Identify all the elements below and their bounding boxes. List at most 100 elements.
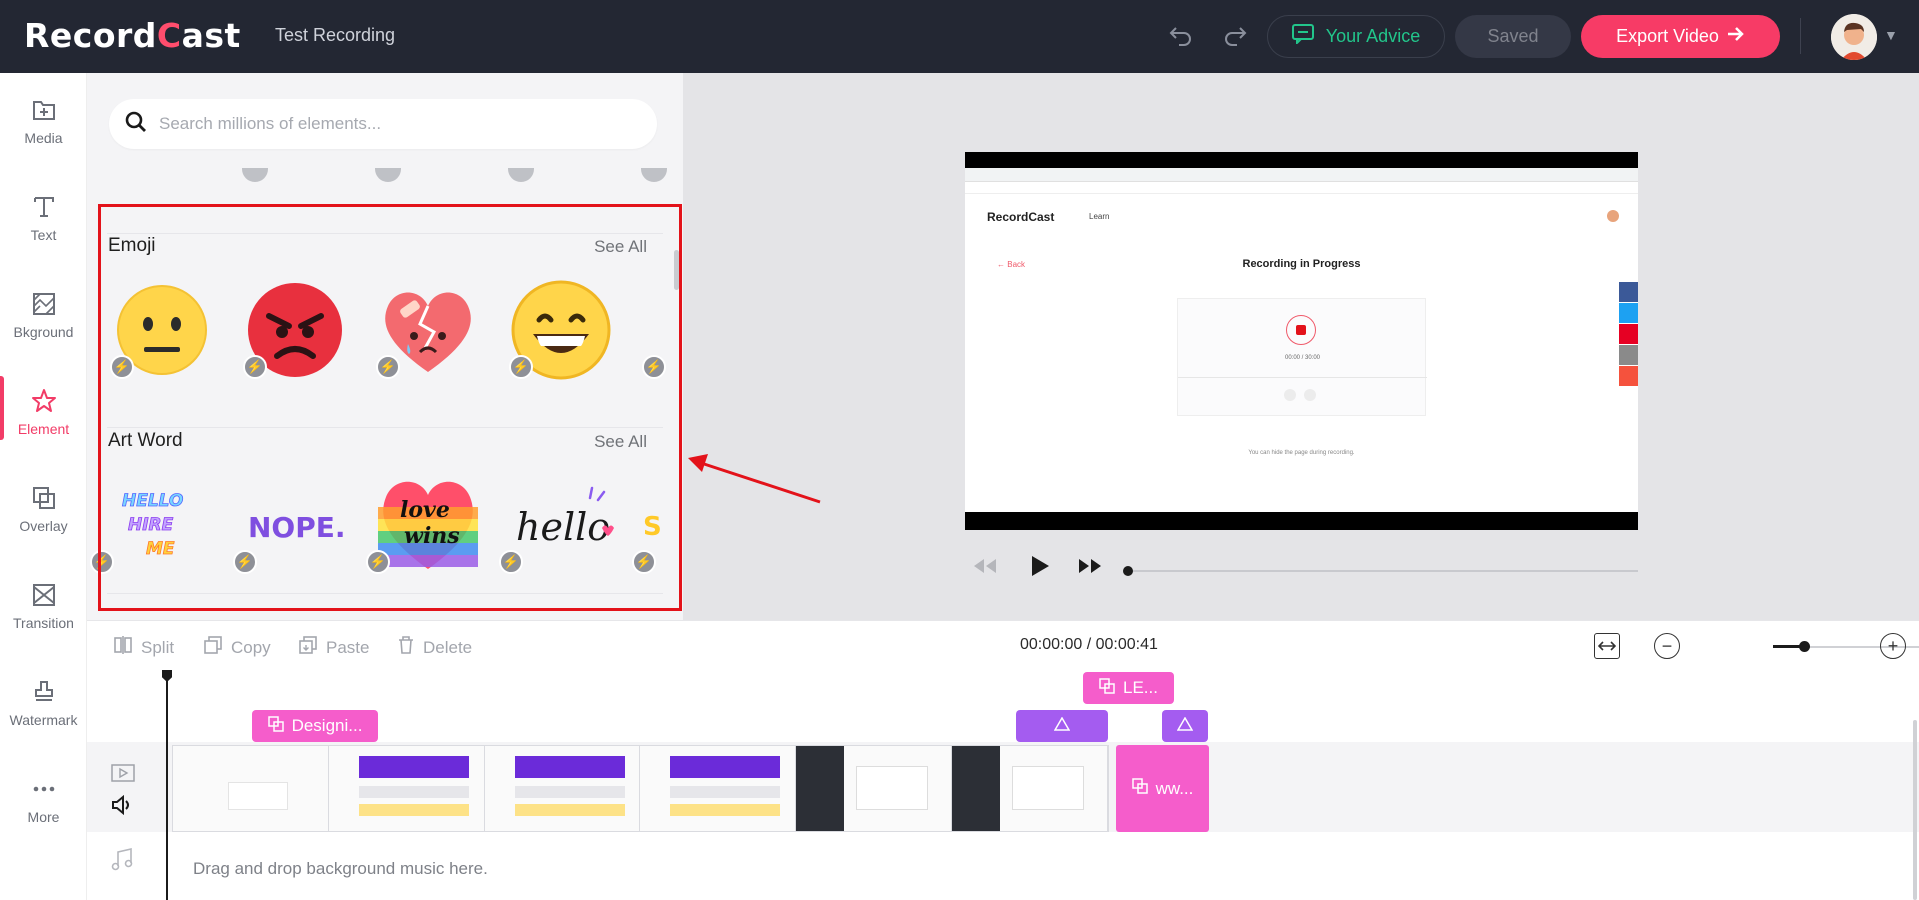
arrow-right-icon [1727,26,1745,47]
background-icon [30,290,58,318]
playback-progress-bar[interactable] [1128,570,1638,572]
red-arrow-annotation [688,454,821,504]
stamp-icon [30,678,58,706]
split-button[interactable]: Split [113,635,174,660]
music-drop-zone[interactable]: Drag and drop background music here. [193,859,488,879]
panel-scrollbar[interactable] [674,250,679,290]
your-advice-button[interactable]: Your Advice [1267,15,1445,58]
overlay-icon [267,715,284,737]
saved-status-button[interactable]: Saved [1455,15,1571,58]
header-divider [1800,18,1801,54]
svg-text:NOPE.: NOPE. [248,511,346,544]
svg-text:hello: hello [516,505,610,549]
overlay-icon [30,484,58,512]
art-word-hello-hire-me[interactable]: HELLO HIRE ME [107,468,217,578]
sidebar-item-overlay[interactable]: Overlay [0,461,87,557]
animated-badge-icon: ⚡ [376,355,400,379]
video-track-icon [111,763,135,789]
top-bar: RecordCast Test Recording Your Advice Sa… [0,0,1919,73]
project-title[interactable]: Test Recording [275,25,395,46]
zoom-slider-handle[interactable] [1799,641,1810,652]
sidebar-item-more[interactable]: More [0,752,87,848]
animated-badge-icon: ⚡ [632,550,656,574]
overlay-clip-ww[interactable]: ww... [1116,745,1209,832]
transition-icon [30,581,58,609]
export-video-button[interactable]: Export Video [1581,15,1780,58]
undo-icon[interactable] [1166,22,1196,52]
video-screen: RecordCast Learn ← Back Recording in Pro… [965,168,1638,512]
star-icon [30,387,58,415]
delete-button[interactable]: Delete [397,635,472,660]
zoom-in-icon[interactable]: + [1880,633,1906,659]
zoom-out-icon[interactable]: − [1654,633,1680,659]
element-clip[interactable] [1162,710,1208,742]
svg-text:wins: wins [404,523,460,549]
video-thumbnail [640,746,797,831]
svg-text:love: love [400,497,450,523]
volume-icon[interactable] [111,794,135,821]
animated-badge-icon: ⚡ [366,550,390,574]
animated-badge-icon: ⚡ [243,355,267,379]
browser-bar [965,168,1638,182]
animated-badge-icon: ⚡ [499,550,523,574]
triangle-icon [1053,716,1071,736]
overlay-clip-design[interactable]: Designi... [252,710,378,742]
search-input[interactable] [159,114,619,134]
sidebar-item-watermark[interactable]: Watermark [0,655,87,751]
see-all-emoji-link[interactable]: See All [594,237,647,257]
split-icon [113,635,133,660]
sidebar-item-background[interactable]: Bkground [0,267,87,363]
copy-button[interactable]: Copy [203,635,271,660]
animated-badge-icon: ⚡ [509,355,533,379]
video-thumbnail [484,746,641,831]
animated-badge-icon: ⚡ [233,550,257,574]
element-clip[interactable] [1016,710,1108,742]
screen-logo: RecordCast [987,210,1055,224]
sidebar-item-text[interactable]: Text [0,170,87,266]
svg-text:ME: ME [146,539,175,559]
video-thumbnail [328,746,485,831]
overlay-icon [1099,677,1115,699]
screen-nav: Learn [1089,212,1110,221]
sidebar-item-transition[interactable]: Transition [0,558,87,654]
overlay-clip-le[interactable]: LE... [1083,672,1174,704]
music-track-icon [111,847,133,878]
video-preview[interactable]: RecordCast Learn ← Back Recording in Pro… [965,152,1638,530]
svg-text:HIRE: HIRE [128,515,174,535]
animated-badge-icon: ⚡ [110,355,134,379]
fast-forward-button[interactable] [1077,556,1103,582]
copy-icon [203,635,223,660]
chevron-down-icon[interactable]: ▼ [1884,27,1898,43]
folder-plus-icon [30,96,58,124]
overlay-icon [1131,778,1148,799]
fit-width-icon[interactable] [1594,633,1620,659]
see-all-art-word-link[interactable]: See All [594,432,647,452]
paste-icon [298,635,318,660]
divider [107,427,663,428]
app-logo[interactable]: RecordCast [24,16,241,55]
playhead[interactable] [166,670,168,900]
timeline-scrollbar[interactable] [1913,720,1917,900]
sidebar-item-media[interactable]: Media [0,73,87,169]
paste-button[interactable]: Paste [298,635,369,660]
playback-progress-handle[interactable] [1123,566,1133,576]
section-title-emoji: Emoji [108,235,156,256]
redo-icon[interactable] [1220,22,1250,52]
sidebar-item-element[interactable]: Element [0,364,87,460]
section-title-art-word: Art Word [108,430,183,451]
animated-badge-icon: ⚡ [642,355,666,379]
search-bar[interactable] [109,99,657,149]
left-sidebar: Media Text Bkground Element Overlay Tran… [0,73,87,900]
video-thumbnail [796,746,953,831]
play-button[interactable] [1029,554,1051,584]
video-clip[interactable] [172,745,1109,832]
bookmarks-bar [965,182,1638,194]
avatar[interactable] [1831,14,1877,60]
timecode-display: 00:00:00 / 00:00:41 [1020,636,1158,653]
video-thumbnail [173,746,329,831]
screen-recorder-card: 00:00 / 30:00 [1177,298,1427,416]
divider [107,593,663,594]
rewind-button[interactable] [972,556,998,582]
text-icon [30,193,58,221]
video-thumbnail [952,746,1108,831]
